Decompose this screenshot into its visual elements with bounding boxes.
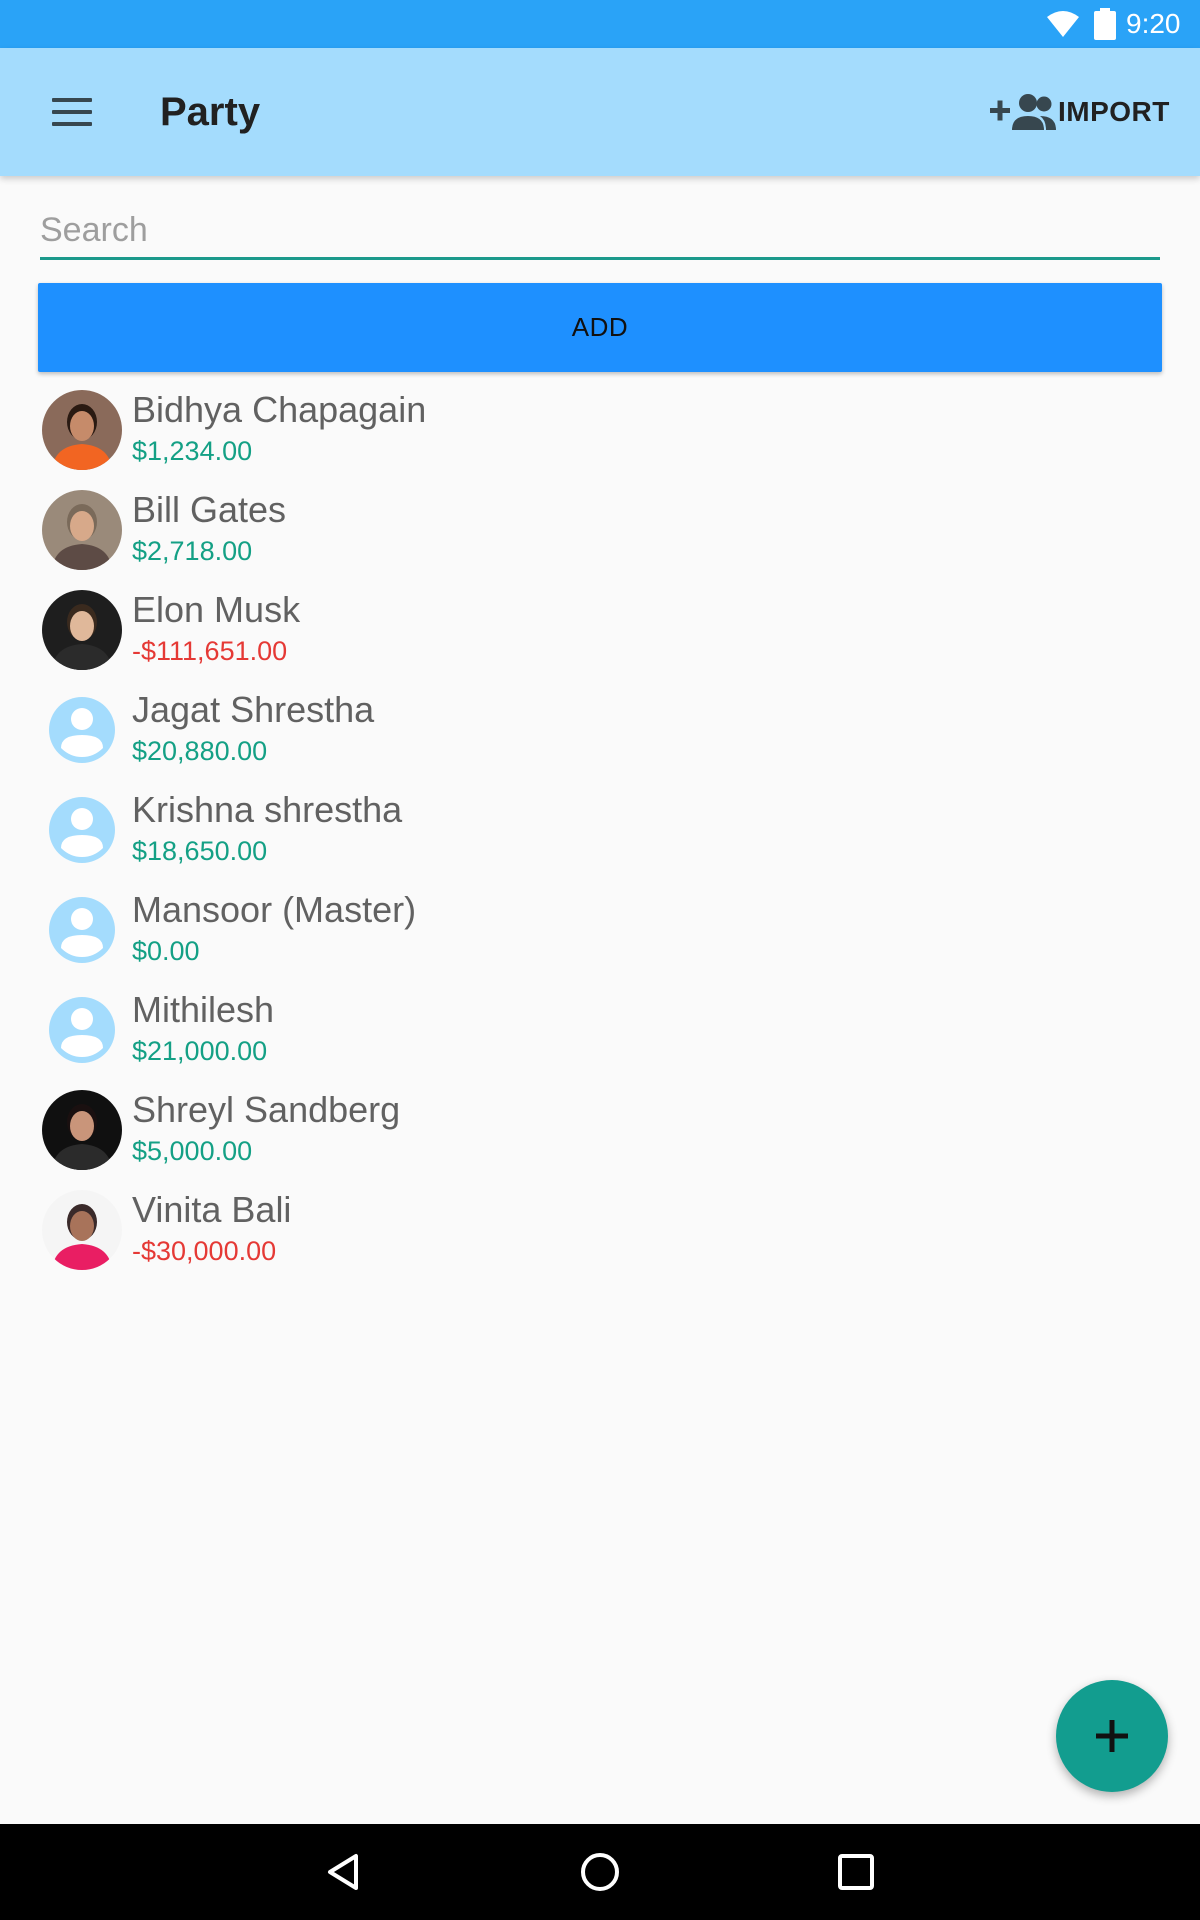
add-party-fab[interactable] [1056, 1680, 1168, 1792]
nav-back-button[interactable] [320, 1848, 368, 1896]
add-group-icon [990, 94, 1056, 130]
party-balance: -$111,651.00 [132, 636, 288, 666]
party-balance: $18,650.00 [132, 836, 268, 866]
party-row[interactable]: Krishna shrestha $18,650.00 [0, 786, 1200, 886]
avatar-photo [42, 1190, 122, 1270]
avatar-photo [42, 490, 122, 570]
party-name: Vinita Bali [132, 1189, 292, 1230]
import-label: IMPORT [1058, 96, 1170, 127]
party-balance: $20,880.00 [132, 736, 268, 766]
status-time: 9:20 [1126, 8, 1181, 39]
navigation-bar [0, 1824, 1200, 1920]
party-balance: $0.00 [132, 936, 200, 966]
party-list: Bidhya Chapagain $1,234.00 Bill Gates $2,71… [0, 386, 1200, 1286]
party-balance: $5,000.00 [132, 1136, 253, 1166]
party-row[interactable]: Mithilesh $21,000.00 [0, 986, 1200, 1086]
party-name: Mansoor (Master) [132, 889, 417, 930]
default-avatar-icon [42, 690, 122, 770]
party-row[interactable]: Bill Gates $2,718.00 [0, 486, 1200, 586]
party-name: Krishna shrestha [132, 789, 403, 830]
party-row[interactable]: Vinita Bali -$30,000.00 [0, 1186, 1200, 1286]
wifi-icon [1047, 11, 1079, 37]
default-avatar-icon [42, 990, 122, 1070]
nav-home-button[interactable] [576, 1848, 624, 1896]
party-balance: $2,718.00 [132, 536, 253, 566]
party-row[interactable]: Shreyl Sandberg $5,000.00 [0, 1086, 1200, 1186]
menu-icon-bar [52, 110, 92, 114]
battery-icon [1094, 8, 1116, 40]
nav-recents-button[interactable] [832, 1848, 880, 1896]
add-button[interactable]: ADD [38, 283, 1162, 372]
status-bar: 9:20 [0, 0, 1200, 48]
home-icon [581, 1853, 619, 1891]
page-title: Party [160, 90, 261, 134]
import-button[interactable]: IMPORT [990, 88, 1170, 136]
menu-icon [52, 98, 92, 102]
party-name: Shreyl Sandberg [132, 1089, 401, 1130]
plus-icon [1096, 1720, 1128, 1752]
app-bar: Party IMPORT [0, 48, 1200, 176]
menu-icon-bar [52, 122, 92, 126]
avatar-photo [42, 1090, 122, 1170]
party-row[interactable]: Mansoor (Master) $0.00 [0, 886, 1200, 986]
party-balance: $1,234.00 [132, 436, 253, 466]
party-name: Elon Musk [132, 589, 301, 630]
menu-button[interactable] [40, 88, 104, 136]
avatar-photo [42, 390, 122, 470]
party-row[interactable]: Bidhya Chapagain $1,234.00 [0, 386, 1200, 486]
default-avatar-icon [42, 890, 122, 970]
party-balance: $21,000.00 [132, 1036, 268, 1066]
default-avatar-icon [42, 790, 122, 870]
party-name: Jagat Shrestha [132, 689, 375, 730]
party-name: Bidhya Chapagain [132, 389, 427, 430]
party-row[interactable]: Jagat Shrestha $20,880.00 [0, 686, 1200, 786]
avatar-photo [42, 590, 122, 670]
party-name: Mithilesh [132, 989, 275, 1030]
recents-icon [838, 1854, 874, 1890]
party-name: Bill Gates [132, 489, 287, 530]
party-row[interactable]: Elon Musk -$111,651.00 [0, 586, 1200, 686]
back-icon [328, 1854, 358, 1890]
search-input[interactable] [40, 204, 1160, 260]
party-balance: -$30,000.00 [132, 1236, 277, 1266]
